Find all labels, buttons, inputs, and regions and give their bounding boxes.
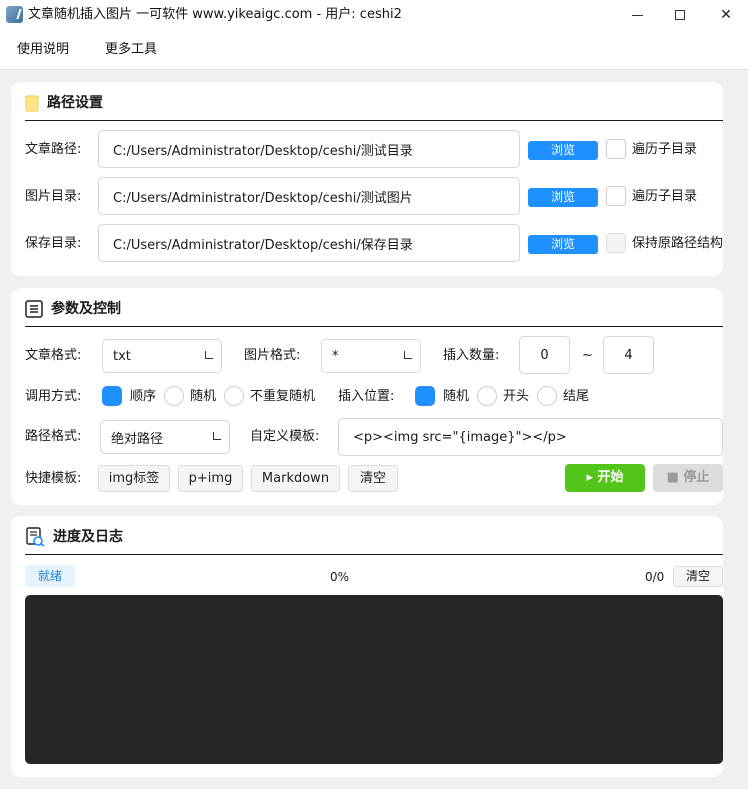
- keep-structure-label: 保持原路径结构: [632, 236, 724, 251]
- maximize-icon: [675, 10, 685, 20]
- window-title: 文章随机插入图片 一可软件 www.yikeaigc.com - 用户: ces…: [28, 7, 402, 22]
- log-output[interactable]: [25, 595, 723, 764]
- image-format-value: *: [332, 348, 339, 364]
- menu-bar: 使用说明 更多工具: [0, 30, 748, 70]
- position-start-radio[interactable]: [477, 386, 497, 406]
- divider: [25, 120, 723, 121]
- stop-button[interactable]: ■ 停止: [653, 464, 723, 492]
- article-format-value: txt: [113, 348, 131, 364]
- article-recursive-checkbox[interactable]: [606, 139, 626, 159]
- clear-log-button[interactable]: 清空: [673, 566, 723, 587]
- params-header: 参数及控制: [25, 298, 121, 320]
- template-img-button[interactable]: img标签: [98, 465, 170, 492]
- dropdown-corner-icon: [404, 351, 412, 359]
- save-dir-input[interactable]: C:/Users/Administrator/Desktop/ceshi/保存目…: [98, 224, 520, 262]
- divider: [25, 326, 723, 327]
- insert-position-label: 插入位置:: [338, 389, 395, 404]
- save-dir-label: 保存目录:: [25, 236, 82, 251]
- close-button[interactable]: ✕: [703, 0, 748, 30]
- position-end-radio[interactable]: [537, 386, 557, 406]
- start-button[interactable]: ▸ 开始: [565, 464, 645, 492]
- image-browse-button[interactable]: 浏览: [528, 188, 598, 207]
- insert-count-max-spinbox[interactable]: 4: [603, 336, 654, 374]
- call-mode-sequential-label: 顺序: [130, 389, 157, 404]
- progress-count: 0/0: [645, 570, 665, 584]
- path-settings-title: 路径设置: [47, 95, 103, 111]
- call-mode-label: 调用方式:: [25, 389, 82, 404]
- position-random-label: 随机: [443, 389, 470, 404]
- article-browse-button[interactable]: 浏览: [528, 141, 598, 160]
- keep-structure-checkbox[interactable]: [606, 233, 626, 253]
- image-format-label: 图片格式:: [244, 348, 301, 363]
- position-end-label: 结尾: [563, 389, 590, 404]
- image-dir-label: 图片目录:: [25, 189, 82, 204]
- params-title: 参数及控制: [51, 301, 121, 317]
- image-recursive-label: 遍历子目录: [632, 189, 698, 204]
- article-format-label: 文章格式:: [25, 348, 82, 363]
- path-format-value: 绝对路径: [111, 431, 164, 447]
- article-recursive-label: 遍历子目录: [632, 142, 698, 157]
- menu-item-more-tools[interactable]: 更多工具: [105, 41, 157, 59]
- call-mode-sequential-radio[interactable]: [102, 386, 122, 406]
- call-mode-unique-random-label: 不重复随机: [250, 389, 316, 404]
- insert-count-label: 插入数量:: [443, 348, 500, 363]
- image-dir-input[interactable]: C:/Users/Administrator/Desktop/ceshi/测试图…: [98, 177, 520, 215]
- progress-percent: 0%: [330, 570, 350, 584]
- path-settings-header: 路径设置: [25, 92, 103, 114]
- call-mode-random-radio[interactable]: [164, 386, 184, 406]
- image-recursive-checkbox[interactable]: [606, 186, 626, 206]
- close-icon: ✕: [720, 7, 732, 23]
- range-separator: ~: [582, 348, 593, 363]
- call-mode-unique-random-radio[interactable]: [224, 386, 244, 406]
- progress-title: 进度及日志: [53, 529, 123, 545]
- quick-template-label: 快捷模板:: [25, 471, 82, 486]
- article-path-label: 文章路径:: [25, 142, 82, 157]
- position-random-radio[interactable]: [415, 386, 435, 406]
- custom-template-input[interactable]: <p><img src="{image}"></p>: [338, 418, 723, 456]
- template-markdown-button[interactable]: Markdown: [251, 465, 340, 492]
- app-logo-icon: [6, 6, 23, 23]
- minimize-button[interactable]: [614, 0, 660, 30]
- maximize-button[interactable]: [657, 0, 703, 30]
- divider: [25, 554, 723, 555]
- template-clear-button[interactable]: 清空: [348, 465, 398, 492]
- custom-template-label: 自定义模板:: [250, 429, 320, 444]
- menu-item-help[interactable]: 使用说明: [17, 41, 69, 59]
- template-p-img-button[interactable]: p+img: [178, 465, 243, 492]
- list-icon: [25, 300, 43, 318]
- dropdown-corner-icon: [213, 432, 221, 440]
- log-icon: [26, 527, 45, 547]
- folder-icon: [25, 95, 39, 111]
- minimize-icon: [631, 14, 643, 16]
- save-browse-button[interactable]: 浏览: [528, 235, 598, 254]
- dropdown-corner-icon: [205, 351, 213, 359]
- path-format-combo[interactable]: 绝对路径: [100, 420, 230, 454]
- path-format-label: 路径格式:: [25, 429, 82, 444]
- article-path-input[interactable]: C:/Users/Administrator/Desktop/ceshi/测试目…: [98, 130, 520, 168]
- image-format-combo[interactable]: *: [321, 339, 421, 373]
- position-start-label: 开头: [503, 389, 530, 404]
- article-format-combo[interactable]: txt: [102, 339, 222, 373]
- call-mode-random-label: 随机: [190, 389, 217, 404]
- progress-header: 进度及日志: [25, 526, 123, 548]
- insert-count-min-spinbox[interactable]: 0: [519, 336, 570, 374]
- title-bar: 文章随机插入图片 一可软件 www.yikeaigc.com - 用户: ces…: [0, 0, 748, 30]
- status-badge: 就绪: [25, 565, 75, 587]
